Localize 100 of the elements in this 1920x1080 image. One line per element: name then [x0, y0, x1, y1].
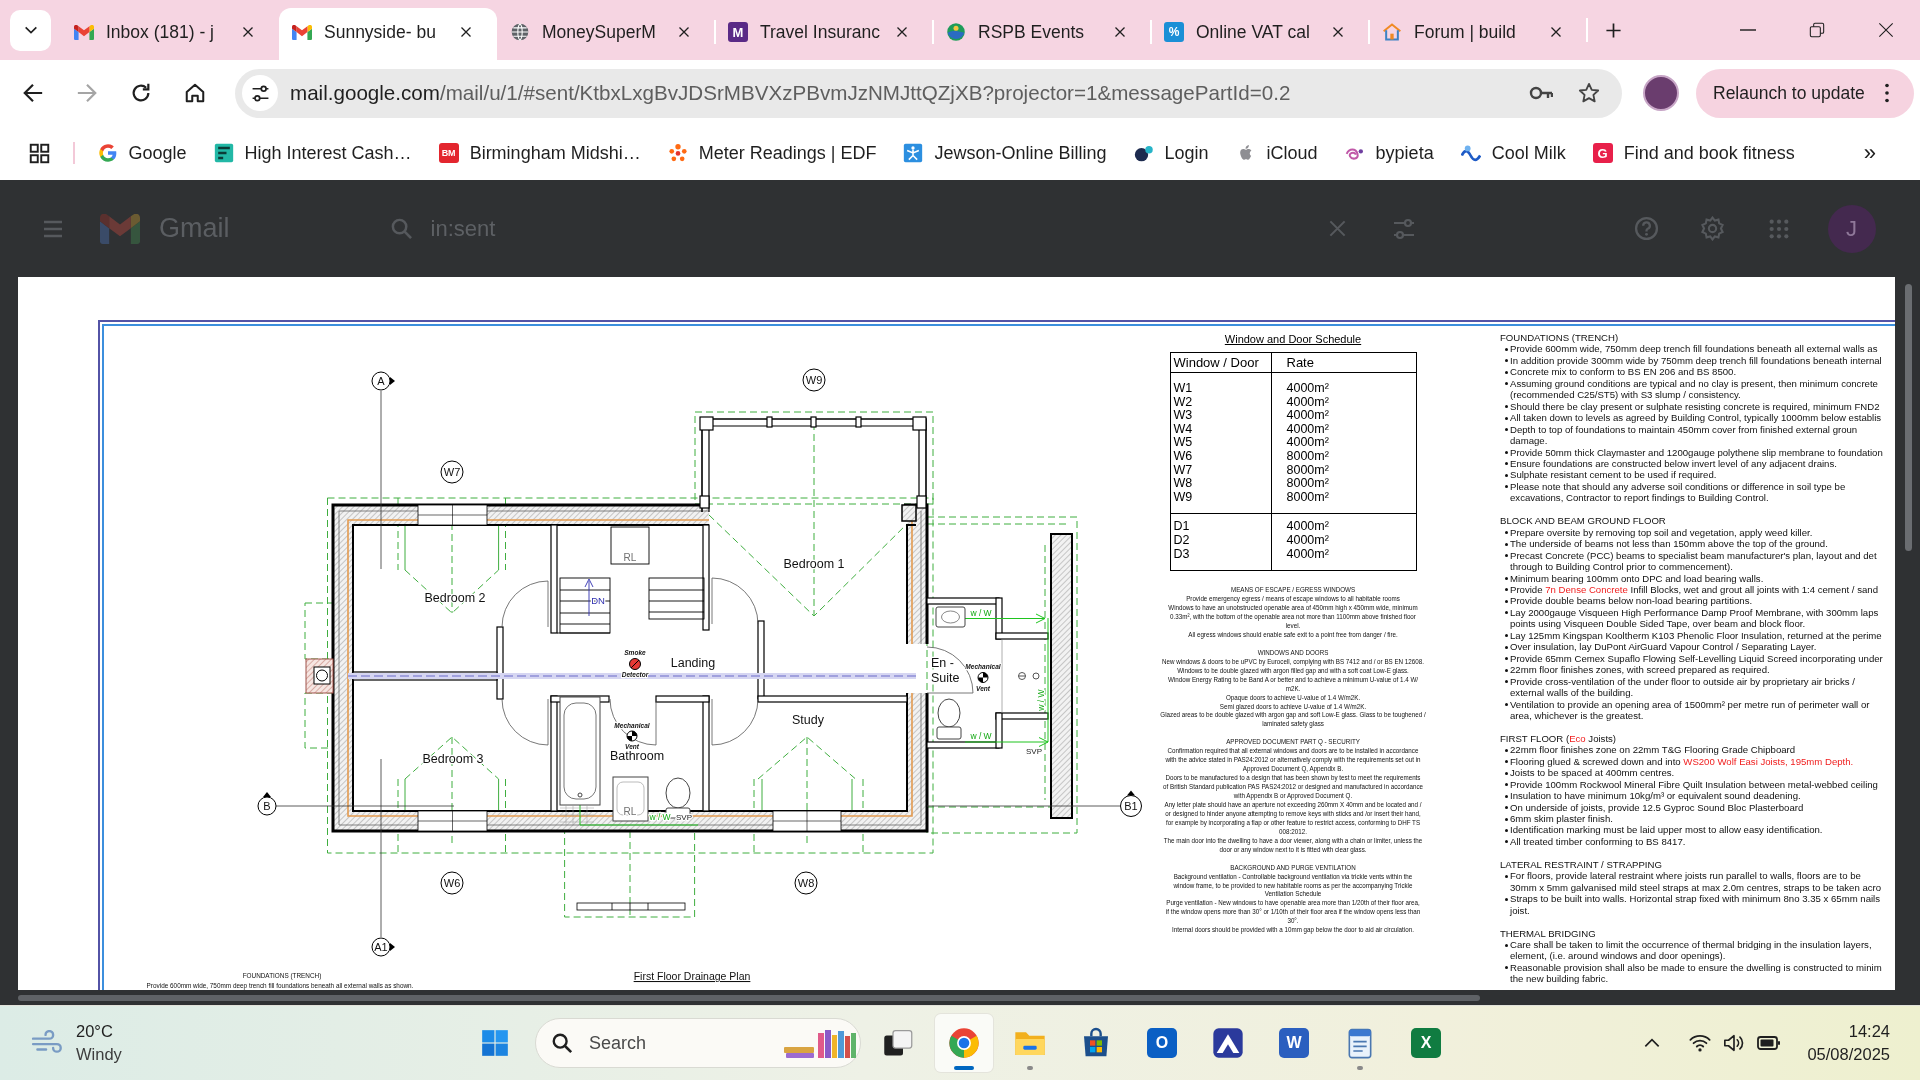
table-cell: 8000m²: [1271, 477, 1416, 491]
bullet-icon: [1505, 680, 1508, 684]
browser-tab[interactable]: Sunnyside- bu: [279, 8, 497, 60]
wifi-icon: [1689, 1032, 1712, 1054]
site-info-button[interactable]: [242, 75, 278, 111]
notes-heading: APPROVED DOCUMENT PART Q - SECURITY: [1225, 738, 1361, 748]
notes-paragraph: Confirmation required that all external windows and doors are to be installed in accordance with the advice stated in PAS24:2012 or alternatively comply with the requirements set out in Approved Document Q, Appendix B.: [1164, 747, 1422, 775]
table-cell: 4000m²: [1271, 513, 1416, 534]
arrow-icon: [584, 578, 594, 617]
bullet-text: 22mm floor finishes zones, with screed prepared as required.: [1510, 664, 1770, 676]
window: [417, 810, 488, 832]
clock-button[interactable]: 14:24 05/08/2025: [1807, 1020, 1890, 1066]
browser-tab[interactable]: Forum | build: [1369, 8, 1587, 60]
bullet-text: For floors, provide lateral restraint where joists run parallel to walls, floors are to be 30mm x 5mm galvanised mild steel straps at max 2.0m centres, straps to be taken acro: [1510, 870, 1882, 894]
weather-button[interactable]: 20°C Windy: [28, 1020, 122, 1066]
taskbar-search-field[interactable]: Search: [535, 1018, 861, 1068]
table-cell: W1: [1170, 372, 1271, 396]
bullet-icon: [1505, 382, 1508, 386]
relaunch-button[interactable]: Relaunch to update: [1696, 68, 1914, 118]
bookmark[interactable]: High Interest Cash…: [205, 135, 420, 171]
bullet-text: Precast Concrete (PCC) beams to specialist beam manufacturer's plan, layout and det through to Building Control prior to commencement).: [1510, 549, 1877, 573]
bullet-icon: [1505, 966, 1508, 970]
pipe-label: SVP: [676, 813, 692, 822]
star-icon: [1578, 82, 1600, 104]
taskbar-app-button[interactable]: W: [1265, 1014, 1323, 1072]
bullet-icon: [1505, 473, 1508, 477]
globe-icon: [510, 22, 530, 42]
room-label: Bedroom 1: [783, 557, 845, 571]
scrollbar-thumb[interactable]: [1905, 284, 1912, 551]
taskbar-app-button[interactable]: [935, 1014, 993, 1072]
bullet-text: Minimum bearing 100mm onto DPC and load bearing walls.: [1510, 572, 1764, 584]
close-icon: [460, 26, 472, 38]
dots-icon: [1133, 143, 1154, 163]
browser-tab[interactable]: RSPB Events: [933, 8, 1151, 60]
section-heading: FIRST FLOOR (Eco Joists): [1500, 732, 1617, 745]
pipe-label: w / W: [970, 731, 992, 741]
bullet-text: Provide 100mm Rockwool Mineral Fibre Quilt Insulation between metal-webbed ceiling: [1510, 778, 1878, 791]
address-bar[interactable]: mail.google.com/mail/u/1/#sent/KtbxLxgBvJDSrMBVXzPBvmJzNMJttQZjXB?projector=1&messagePartId=0.2: [235, 68, 1622, 118]
close-icon: [1328, 219, 1347, 238]
bullet-text: 6mm skim plaster finish.: [1510, 813, 1613, 825]
bookmark[interactable]: Google: [89, 135, 195, 171]
bullet-icon: [1505, 817, 1508, 821]
bookmark[interactable]: bypieta: [1336, 135, 1442, 171]
bullet-icon: [1505, 943, 1508, 947]
round-logo-icon: [946, 22, 966, 42]
plus-icon: [1604, 21, 1622, 39]
bullet-icon: [1505, 897, 1508, 901]
bullet-text: Please note that should any adverse soil conditions or difference in soil type be excavations, Contractor to report findings to Building Control.: [1510, 480, 1846, 504]
notes-paragraph: Window Energy Rating to be Band A or better and to achieve a minimum U-value of 1.4 W/ m2K.: [1166, 675, 1420, 694]
bullet-text: On underside of joists, provide 12.5 Gyproc Sound Bloc Plasterboard: [1510, 801, 1804, 814]
tune-icon: [250, 83, 270, 103]
logo-tile: %: [1164, 22, 1184, 42]
close-icon: [1114, 26, 1126, 38]
table-cell: W5: [1170, 436, 1271, 450]
table-cell: W7: [1170, 463, 1271, 478]
figure-tile-icon: [903, 143, 924, 163]
profile-avatar[interactable]: [1643, 75, 1679, 111]
browser-tab[interactable]: M Travel Insuranc: [715, 8, 933, 60]
flower-icon: [667, 143, 688, 163]
close-icon: [896, 26, 908, 38]
bookmark[interactable]: G Find and book fitness: [1584, 135, 1803, 171]
taskbar-app-button[interactable]: X: [1397, 1014, 1455, 1072]
table-cell: 4000m²: [1271, 372, 1416, 396]
bullet-icon: [1505, 645, 1508, 649]
browser-tab[interactable]: % Online VAT cal: [1151, 8, 1369, 60]
notes-paragraph: Glazed areas to be double glazed with argon gap and soft Low-E glass. Glass to be toughened / laminated safety glass: [1159, 711, 1427, 730]
bathtub-icon: [559, 696, 601, 826]
bookmark[interactable]: Meter Readings | EDF: [659, 135, 885, 171]
toilet-icon: [936, 698, 962, 740]
books-icon: [784, 1027, 856, 1059]
notes-paragraph: Windows to have an unobstructed openable area of 450mm high x 450mm wide, minimum 0.33m², with the bottom of the openable area not more than 1100mm above finished floor level.: [1167, 604, 1419, 631]
bookmark[interactable]: Jewson-Online Billing: [895, 135, 1115, 171]
bookmark[interactable]: BM Birmingham Midshi…: [430, 135, 649, 171]
room-label: Landing: [670, 656, 716, 670]
bullet-icon: [1505, 370, 1508, 374]
notes-paragraph: Background ventilation - Controllable background ventilation via trickle vents within the window frame, to be provided to new habitable rooms as per the accompanying Trickle Ventilation Schedule: [1172, 872, 1414, 900]
taskbar-app-button[interactable]: O: [1133, 1014, 1191, 1072]
note-heading: FOUNDATIONS (TRENCH): [242, 970, 322, 981]
table-cell: D3: [1170, 547, 1271, 571]
browser-tab[interactable]: MoneySuperM: [497, 8, 715, 60]
bookmarks-overflow-button[interactable]: »: [1863, 140, 1876, 166]
bookmark[interactable]: Cool Milk: [1452, 135, 1574, 171]
bullet-text: Ventilation to provide an opening area of 1500mm² per metre run of perimeter wall or area, whichever is the greatest.: [1510, 698, 1870, 722]
notes-paragraph: Internal doors should be provided with a 10mm gap below the door to aid air circulation.: [1171, 926, 1415, 936]
mail-logo-icon: [292, 24, 312, 40]
door-swing: [711, 577, 759, 625]
scrollbar-thumb[interactable]: [18, 995, 1480, 1001]
table-cell: W8: [1170, 477, 1271, 491]
bookmark[interactable]: Login: [1125, 135, 1217, 171]
home-icon: [184, 82, 206, 104]
window-tag: W6: [440, 871, 464, 895]
mail-logo-icon: [74, 24, 94, 40]
vent-icon: [626, 730, 638, 742]
browser-tab[interactable]: Inbox (181) - j: [61, 8, 279, 60]
bookmark[interactable]: iCloud: [1227, 135, 1326, 171]
pipe-label: w / W: [1036, 689, 1046, 711]
column-header: Rate: [1271, 352, 1416, 373]
apps-button[interactable]: [27, 141, 51, 165]
task-view-icon: [883, 1028, 913, 1058]
house-icon: [1382, 22, 1402, 42]
